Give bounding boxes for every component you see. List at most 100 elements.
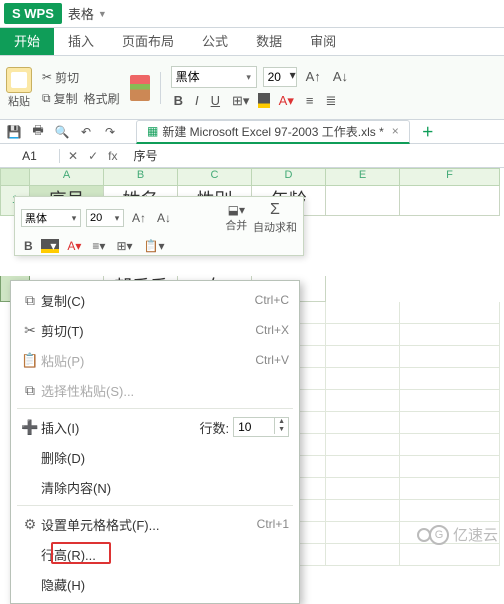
insert-rows-input[interactable] [234, 418, 274, 436]
cell-F1[interactable] [400, 186, 500, 216]
increase-font-icon[interactable]: A↑ [303, 68, 324, 85]
font-size-input[interactable] [264, 68, 290, 86]
menu-cut[interactable]: ✂ 剪切(T) Ctrl+X [11, 315, 299, 345]
autosum-icon[interactable]: Σ [270, 201, 280, 219]
ribbon-tab-insert[interactable]: 插入 [54, 28, 108, 55]
watermark-icon: G [429, 525, 449, 545]
name-box[interactable]: A1 [0, 149, 60, 163]
underline-button[interactable]: U [208, 92, 223, 109]
context-menu: ⧉ 复制(C) Ctrl+C ✂ 剪切(T) Ctrl+X 📋 粘贴(P) Ct… [10, 280, 300, 604]
chevron-down-icon[interactable]: ▾ [68, 210, 80, 226]
copy-icon: ⧉ [19, 292, 41, 309]
font-name-select[interactable]: ▾ [171, 66, 257, 88]
app-menu-drop-icon[interactable]: ▼ [98, 9, 107, 19]
mini-font-size[interactable]: ▾ [86, 209, 124, 227]
menu-paste-shortcut: Ctrl+V [255, 353, 289, 367]
menu-hide[interactable]: 隐藏(H) [11, 569, 299, 599]
mini-borders-button[interactable]: ⊞▾ [113, 239, 135, 253]
mini-font-color-button[interactable]: A▾ [64, 239, 84, 253]
col-header-C[interactable]: C [178, 168, 252, 186]
font-name-input[interactable] [172, 67, 242, 87]
align-button[interactable]: ≡ [303, 92, 317, 109]
increase-font-icon[interactable]: A↑ [129, 211, 149, 225]
preview-icon[interactable]: 🔍 [54, 124, 70, 140]
italic-button[interactable]: I [192, 92, 202, 109]
menu-copy-shortcut: Ctrl+C [255, 293, 289, 307]
mini-format-button[interactable]: 📋▾ [141, 239, 168, 253]
mini-font-name[interactable]: ▾ [21, 209, 81, 227]
ribbon-tab-formula[interactable]: 公式 [188, 28, 242, 55]
bold-button[interactable]: B [171, 92, 186, 109]
borders-button[interactable]: ⊞▾ [229, 92, 252, 110]
title-bar: S WPS 表格 ▼ [0, 0, 504, 28]
col-header-D[interactable]: D [252, 168, 326, 186]
mini-align-button[interactable]: ≡▾ [89, 239, 108, 253]
format-painter-button[interactable]: 格式刷 [84, 90, 120, 107]
scissors-icon: ✂ [42, 70, 52, 84]
menu-paste: 📋 粘贴(P) Ctrl+V [11, 345, 299, 375]
document-tab[interactable]: ▦ 新建 Microsoft Excel 97-2003 工作表.xls * × [136, 120, 410, 144]
redo-icon[interactable]: ↷ [102, 124, 118, 140]
mini-font-size-input[interactable] [87, 210, 111, 226]
close-tab-icon[interactable]: × [392, 124, 399, 138]
spin-up-icon[interactable]: ▲ [274, 418, 288, 426]
copy-label: 复制 [54, 90, 78, 107]
decrease-font-icon[interactable]: A↓ [154, 211, 174, 225]
mini-font-name-input[interactable] [22, 210, 68, 226]
formula-bar: A1 ✕ ✓ fx 序号 [0, 144, 504, 168]
cut-button[interactable]: ✂ 剪切 [42, 69, 79, 86]
app-title: 表格 [68, 4, 94, 23]
format-painter-icon[interactable] [130, 75, 150, 101]
ribbon-tab-pagelayout[interactable]: 页面布局 [108, 28, 188, 55]
print-icon[interactable]: 🖶 [30, 124, 46, 140]
fx-confirm-icon[interactable]: ✓ [88, 149, 98, 163]
copy-icon: ⧉ [42, 91, 51, 106]
mini-bold-button[interactable]: B [21, 239, 36, 253]
decrease-font-icon[interactable]: A↓ [330, 68, 351, 85]
fx-icon[interactable]: fx [108, 149, 117, 163]
menu-insert[interactable]: ➕ 插入(I) 行数: ▲ ▼ [11, 412, 299, 442]
ribbon-tab-data[interactable]: 数据 [242, 28, 296, 55]
menu-clear[interactable]: 清除内容(N) [11, 472, 299, 502]
spin-down-icon[interactable]: ▼ [274, 426, 288, 434]
formula-value[interactable]: 序号 [133, 147, 157, 164]
chevron-down-icon[interactable]: ▾ [290, 68, 296, 86]
menu-delete-label: 删除(D) [41, 448, 289, 467]
font-size-select[interactable]: ▾ [263, 67, 297, 87]
new-tab-icon[interactable]: ＋ [422, 123, 434, 140]
col-header-A[interactable]: A [30, 168, 104, 186]
ribbon-tab-home[interactable]: 开始 [0, 28, 54, 55]
menu-format-cells[interactable]: ⚙ 设置单元格格式(F)... Ctrl+1 [11, 509, 299, 539]
ribbon-body: 粘贴 ✂ 剪切 ⧉ 复制 格式刷 ▾ ▾ A↑ [0, 56, 504, 120]
ribbon-tab-review[interactable]: 审阅 [296, 28, 350, 55]
col-header-B[interactable]: B [104, 168, 178, 186]
autosum-label: 自动求和 [253, 219, 297, 235]
menu-row-height[interactable]: 行高(R)... [11, 539, 299, 569]
save-icon[interactable]: 💾 [6, 124, 22, 140]
cell-E1[interactable] [326, 186, 400, 216]
column-headers: A B C D E F [0, 168, 504, 186]
mini-fill-color-button[interactable]: ▾ [41, 239, 60, 253]
col-header-F[interactable]: F [400, 168, 500, 186]
insert-rows-label: 行数: [199, 418, 229, 437]
fill-color-button[interactable] [258, 93, 269, 108]
font-color-button[interactable]: A▾ [276, 92, 297, 110]
col-header-E[interactable]: E [326, 168, 400, 186]
copy-button[interactable]: ⧉ 复制 [42, 90, 78, 107]
undo-icon[interactable]: ↶ [78, 124, 94, 140]
quick-access-toolbar: 💾 🖶 🔍 ↶ ↷ ▦ 新建 Microsoft Excel 97-2003 工… [0, 120, 504, 144]
align-v-button[interactable]: ≣ [322, 92, 339, 110]
chevron-down-icon[interactable]: ▾ [111, 210, 123, 226]
menu-cut-shortcut: Ctrl+X [255, 323, 289, 337]
ribbon-tabs: 开始 插入 页面布局 公式 数据 审阅 [0, 28, 504, 56]
select-all-button[interactable] [0, 168, 30, 186]
menu-delete[interactable]: 删除(D) [11, 442, 299, 472]
chevron-down-icon[interactable]: ▾ [242, 67, 256, 87]
menu-copy[interactable]: ⧉ 复制(C) Ctrl+C [11, 285, 299, 315]
insert-rows-field[interactable]: 行数: ▲ ▼ [199, 417, 289, 437]
paste-special-icon: ⧉ [19, 382, 41, 399]
merge-icon[interactable]: ⬓▾ [225, 203, 248, 217]
fx-cancel-icon[interactable]: ✕ [68, 149, 78, 163]
doc-icon: ▦ [147, 124, 158, 138]
paste-button[interactable]: 粘贴 [6, 67, 32, 109]
